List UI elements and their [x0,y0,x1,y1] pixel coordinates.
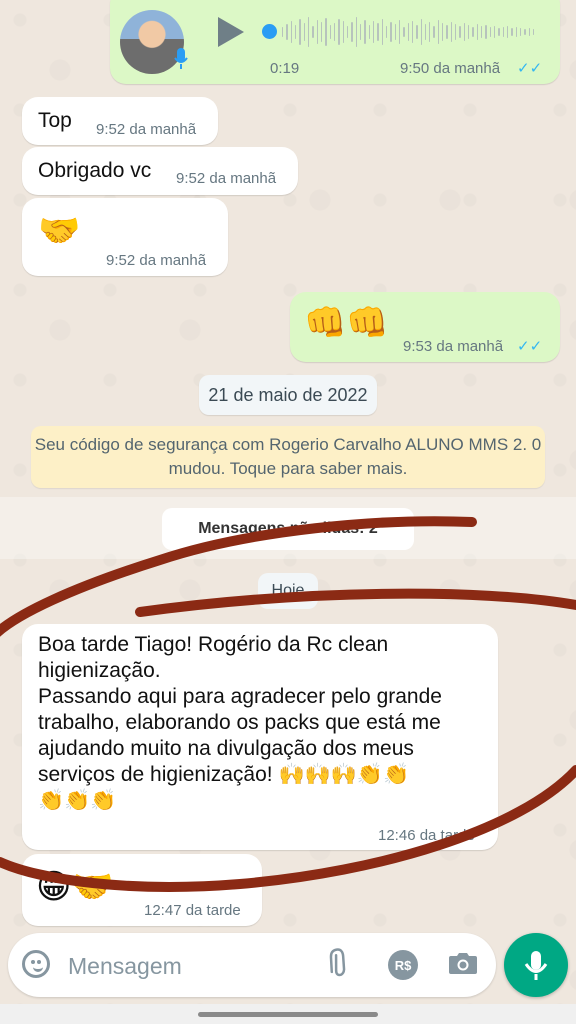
waveform-bar [476,24,479,40]
waveform-bar [312,26,314,38]
waveform-bar [511,28,513,36]
security-code-notice[interactable]: Seu código de segurança com Rogerio Carv… [31,426,545,488]
waveform-bar [507,26,509,38]
waveform-bar [463,23,466,41]
waveform-bar [481,26,483,38]
voice-message-time: 9:50 da manhã [400,60,501,77]
waveform-bar [429,22,431,42]
waveform-bar [346,26,349,38]
waveform-bar [351,22,353,42]
waveform-bar [307,17,310,47]
message-text: Top [38,109,72,132]
payment-icon[interactable]: R$ [388,950,418,980]
waveform-bar [372,21,375,43]
waveform-bar [407,23,409,41]
waveform-bar [450,22,453,42]
waveform-bar [459,26,461,38]
waveform-bar [316,20,318,44]
waveform-bar [420,19,422,45]
waveform-bar [282,27,284,37]
fist-emoji: 👊👊 [304,304,389,342]
message-text: Boa tarde Tiago! Rogério da Rc clean hig… [38,633,442,812]
waveform-bar [329,25,331,39]
waveform-bar [524,29,526,35]
message-time: 9:52 da manhã [106,252,207,269]
waveform-bar [394,24,396,40]
waveform-bar [411,21,414,43]
waveform-bar [485,25,487,39]
microphone-icon [524,951,548,980]
waveform-bar [320,22,323,42]
message-time: 12:46 da tarde [378,827,475,844]
waveform-bar [303,23,305,41]
voice-duration: 0:19 [270,60,300,77]
waveform-bar [489,27,492,37]
message-time: 12:47 da tarde [144,902,241,919]
message-time: 9:52 da manhã [176,170,277,187]
waveform-bar [286,24,288,40]
audio-waveform[interactable] [282,14,535,50]
waveform-bar [294,25,297,39]
emoji-icon[interactable] [22,950,50,978]
waveform-bar [359,24,362,40]
today-divider: Hoje [258,573,318,609]
audio-scrubber-handle[interactable] [262,24,277,39]
waveform-bar [333,23,336,41]
waveform-bar [416,25,418,39]
message-text: Obrigado vc [38,159,152,182]
waveform-bar [338,19,340,45]
read-receipt-icon: ✓✓ [517,60,543,77]
waveform-bar [299,19,301,45]
waveform-bar [498,28,500,36]
home-gesture-handle[interactable] [198,1012,378,1017]
waveform-bar [325,18,327,46]
date-divider: 21 de maio de 2022 [199,375,377,415]
waveform-bar [494,26,496,38]
waveform-bar [368,25,370,39]
waveform-bar [377,23,379,41]
waveform-bar [342,21,344,43]
microphone-badge-icon [174,48,188,75]
message-time: 9:53 da manhã [403,338,504,355]
waveform-bar [290,21,292,43]
waveform-bar [364,20,366,44]
read-receipt-icon: ✓✓ [517,338,543,355]
waveform-bar [468,25,470,39]
waveform-bar [502,27,505,37]
waveform-bar [433,26,435,38]
waveform-bar [381,19,383,45]
waveform-bar [403,27,405,37]
play-icon[interactable] [218,17,244,47]
waveform-bar [528,28,531,36]
waveform-bar [472,27,474,37]
camera-icon[interactable] [448,951,478,975]
voice-record-button[interactable] [504,933,568,997]
waveform-bar [446,25,448,39]
handshake-emoji: 🤝 [38,212,81,250]
message-input-placeholder: Mensagem [68,953,182,979]
grin-handshake-emoji: 😁🤝 [36,868,114,906]
message-time: 9:52 da manhã [96,121,197,138]
waveform-bar [355,17,357,47]
waveform-bar [455,24,457,40]
waveform-bar [385,26,388,38]
unread-messages-divider: Mensagens não lidas: 2 [162,508,414,550]
waveform-bar [437,20,440,44]
waveform-bar [520,28,522,36]
waveform-bar [442,23,444,41]
waveform-bar [390,22,392,42]
waveform-bar [424,24,427,40]
waveform-bar [398,20,401,44]
waveform-bar [515,27,518,37]
